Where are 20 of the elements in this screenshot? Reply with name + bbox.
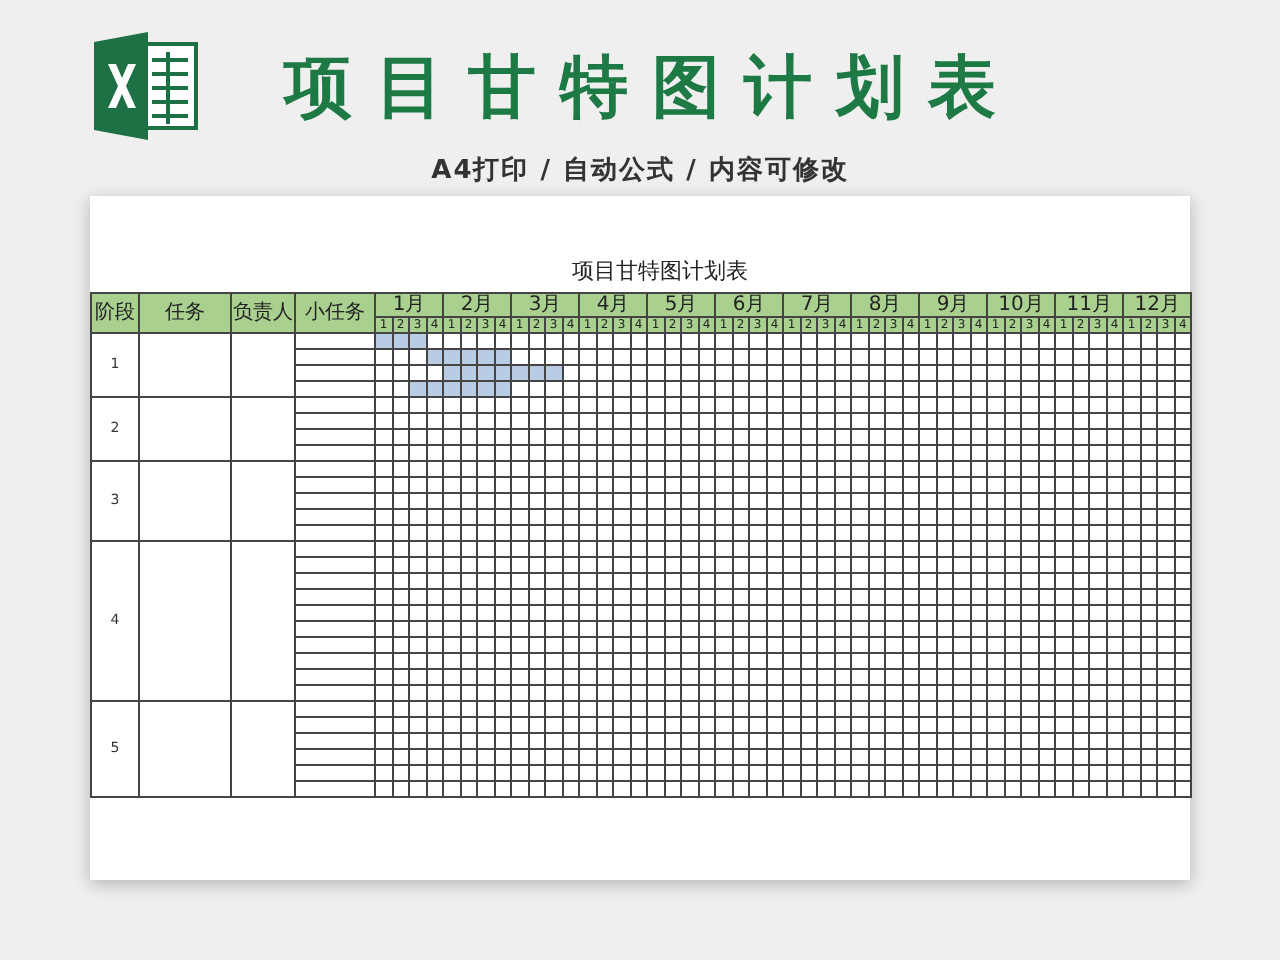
month-header: 3月 [511, 293, 579, 317]
column-header: 任务 [139, 293, 231, 333]
month-header: 11月 [1055, 293, 1124, 317]
month-header: 9月 [919, 293, 987, 317]
month-header: 4月 [579, 293, 647, 317]
month-header: 1月 [375, 293, 443, 317]
sheet-title: 项目甘特图计划表 [570, 255, 748, 287]
column-header: 小任务 [295, 293, 375, 333]
banner-subtitle: A4打印 / 自动公式 / 内容可修改 [431, 153, 849, 190]
month-header: 10月 [987, 293, 1056, 317]
banner-title: 项目甘特图计划表 [281, 46, 1020, 132]
month-header: 8月 [851, 293, 919, 317]
spreadsheet-logo-icon [92, 32, 200, 140]
month-header: 2月 [443, 293, 511, 317]
column-header: 阶段 [91, 293, 139, 333]
month-header: 12月 [1123, 293, 1192, 317]
month-header: 5月 [647, 293, 715, 317]
month-header: 7月 [783, 293, 851, 317]
column-header: 负责人 [231, 293, 295, 333]
month-header: 6月 [715, 293, 783, 317]
